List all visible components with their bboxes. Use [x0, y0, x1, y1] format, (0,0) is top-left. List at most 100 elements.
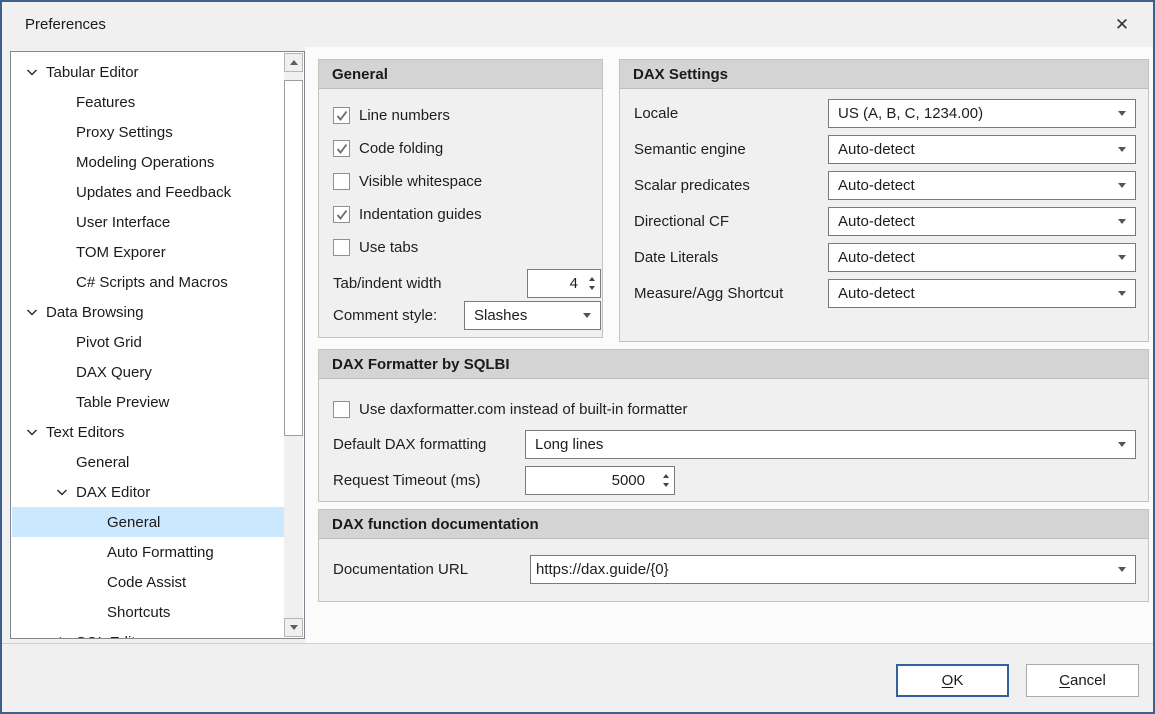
tree-item-text-editors[interactable]: Text Editors — [12, 417, 284, 447]
tree-item-label: Updates and Feedback — [76, 184, 231, 201]
checkbox-unchecked-icon[interactable] — [333, 173, 350, 190]
checkbox-unchecked-icon[interactable] — [333, 239, 350, 256]
checkbox-use-daxformatter[interactable]: Use daxformatter.com instead of built-in… — [333, 393, 1148, 425]
tree-item-label: User Interface — [76, 214, 170, 231]
request-timeout-label: Request Timeout (ms) — [333, 472, 525, 489]
tree-item-shortcuts[interactable]: Shortcuts — [12, 597, 284, 627]
stepper-down-icon[interactable] — [589, 286, 595, 290]
checkbox-checked-icon[interactable] — [333, 140, 350, 157]
settings-tree: Tabular Editor Features Proxy Settings M… — [12, 52, 284, 638]
date-literals-dropdown[interactable]: Auto-detect — [828, 243, 1136, 272]
checkbox-use-tabs[interactable]: Use tabs — [333, 231, 602, 264]
chevron-down-icon[interactable] — [24, 64, 40, 80]
tree-item-dax-editor[interactable]: DAX Editor — [12, 477, 284, 507]
locale-dropdown[interactable]: US (A, B, C, 1234.00) — [828, 99, 1136, 128]
chevron-right-icon[interactable] — [54, 634, 70, 638]
footer-divider — [2, 643, 1153, 644]
tree-item-table-preview[interactable]: Table Preview — [12, 387, 284, 417]
tab-indent-width-value[interactable]: 4 — [528, 275, 583, 292]
documentation-url-value[interactable]: https://dax.guide/{0} — [536, 561, 1118, 578]
setting-row-date-literals: Date Literals Auto-detect — [634, 243, 1136, 272]
checkbox-checked-icon[interactable] — [333, 107, 350, 124]
request-timeout-stepper[interactable]: 5000 — [525, 466, 675, 495]
request-timeout-value[interactable]: 5000 — [526, 472, 657, 489]
documentation-url-input[interactable]: https://dax.guide/{0} — [530, 555, 1136, 584]
checkbox-checked-icon[interactable] — [333, 206, 350, 223]
date-literals-label: Date Literals — [634, 249, 828, 266]
checkbox-label: Use daxformatter.com instead of built-in… — [359, 401, 687, 418]
default-formatting-dropdown[interactable]: Long lines — [525, 430, 1136, 459]
chevron-down-icon[interactable] — [24, 304, 40, 320]
tree-item-label: Features — [76, 94, 135, 111]
group-dax-documentation-title: DAX function documentation — [319, 510, 1148, 539]
scroll-down-icon[interactable] — [284, 618, 303, 637]
tree-item-pivot-grid[interactable]: Pivot Grid — [12, 327, 284, 357]
default-formatting-value: Long lines — [535, 436, 1118, 453]
setting-row-locale: Locale US (A, B, C, 1234.00) — [634, 99, 1136, 128]
ok-button[interactable]: OK — [896, 664, 1009, 697]
measure-agg-shortcut-dropdown[interactable]: Auto-detect — [828, 279, 1136, 308]
checkbox-unchecked-icon[interactable] — [333, 401, 350, 418]
title-bar: Preferences ✕ — [2, 2, 1153, 48]
stepper-arrows[interactable] — [583, 270, 600, 297]
directional-cf-dropdown[interactable]: Auto-detect — [828, 207, 1136, 236]
ok-button-mnemonic: O — [942, 672, 954, 689]
tree-item-sql-editor[interactable]: SQL Editor — [12, 627, 284, 638]
tree-item-modeling-operations[interactable]: Modeling Operations — [12, 147, 284, 177]
setting-row-documentation-url: Documentation URL https://dax.guide/{0} — [333, 555, 1136, 584]
chevron-down-icon — [583, 313, 591, 318]
tree-item-dax-editor-general[interactable]: General — [12, 507, 284, 537]
preferences-dialog: Preferences ✕ Tabular Editor Features Pr… — [0, 0, 1155, 714]
tree-item-updates-and-feedback[interactable]: Updates and Feedback — [12, 177, 284, 207]
tree-item-tom-explorer[interactable]: TOM Exporer — [12, 237, 284, 267]
comment-style-value: Slashes — [474, 307, 583, 324]
chevron-down-icon — [1118, 111, 1126, 116]
stepper-up-icon[interactable] — [663, 474, 669, 478]
tree-item-features[interactable]: Features — [12, 87, 284, 117]
dialog-title: Preferences — [25, 16, 106, 33]
chevron-down-icon — [1118, 255, 1126, 260]
stepper-up-icon[interactable] — [589, 277, 595, 281]
tree-item-csharp-scripts[interactable]: C# Scripts and Macros — [12, 267, 284, 297]
cancel-button[interactable]: Cancel — [1026, 664, 1139, 697]
tree-scrollbar[interactable] — [284, 53, 303, 637]
chevron-down-icon[interactable] — [24, 424, 40, 440]
stepper-down-icon[interactable] — [663, 483, 669, 487]
checkbox-line-numbers[interactable]: Line numbers — [333, 99, 602, 132]
scalar-predicates-label: Scalar predicates — [634, 177, 828, 194]
tree-item-user-interface[interactable]: User Interface — [12, 207, 284, 237]
group-general-title: General — [319, 60, 602, 89]
tree-item-label: Modeling Operations — [76, 154, 214, 171]
chevron-down-icon — [1118, 183, 1126, 188]
checkbox-label: Use tabs — [359, 239, 418, 256]
close-icon[interactable]: ✕ — [1107, 12, 1137, 38]
group-dax-settings: DAX Settings Locale US (A, B, C, 1234.00… — [619, 59, 1149, 342]
semantic-engine-dropdown[interactable]: Auto-detect — [828, 135, 1136, 164]
tree-item-label: SQL Editor — [76, 634, 149, 639]
measure-agg-shortcut-value: Auto-detect — [838, 285, 1118, 302]
tree-item-text-editors-general[interactable]: General — [12, 447, 284, 477]
locale-label: Locale — [634, 105, 828, 122]
stepper-arrows[interactable] — [657, 467, 674, 494]
semantic-engine-value: Auto-detect — [838, 141, 1118, 158]
checkbox-indentation-guides[interactable]: Indentation guides — [333, 198, 602, 231]
tree-item-tabular-editor[interactable]: Tabular Editor — [12, 57, 284, 87]
cancel-button-mnemonic: C — [1059, 672, 1070, 689]
documentation-url-label: Documentation URL — [333, 561, 530, 578]
scalar-predicates-dropdown[interactable]: Auto-detect — [828, 171, 1136, 200]
comment-style-dropdown[interactable]: Slashes — [464, 301, 601, 330]
tree-item-dax-query[interactable]: DAX Query — [12, 357, 284, 387]
checkbox-code-folding[interactable]: Code folding — [333, 132, 602, 165]
tree-item-auto-formatting[interactable]: Auto Formatting — [12, 537, 284, 567]
tab-indent-width-stepper[interactable]: 4 — [527, 269, 601, 298]
ok-button-label-rest: K — [953, 672, 963, 689]
scrollbar-thumb[interactable] — [284, 80, 303, 436]
checkbox-visible-whitespace[interactable]: Visible whitespace — [333, 165, 602, 198]
chevron-down-icon[interactable] — [54, 484, 70, 500]
tree-item-proxy-settings[interactable]: Proxy Settings — [12, 117, 284, 147]
group-dax-formatter-title: DAX Formatter by SQLBI — [319, 350, 1148, 379]
tree-item-code-assist[interactable]: Code Assist — [12, 567, 284, 597]
scroll-up-icon[interactable] — [284, 53, 303, 72]
tree-item-data-browsing[interactable]: Data Browsing — [12, 297, 284, 327]
tree-item-label: Proxy Settings — [76, 124, 173, 141]
